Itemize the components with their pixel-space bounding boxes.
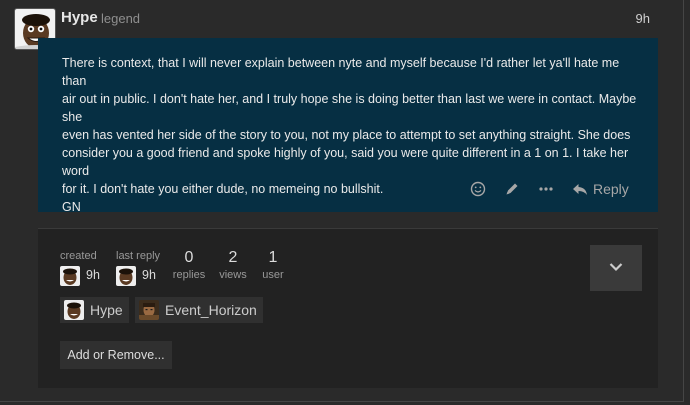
post-line: even has vented her side of the story to… <box>62 128 631 142</box>
last-reply-label: last reply <box>116 250 161 262</box>
pencil-icon <box>504 181 520 197</box>
views-label: views <box>219 269 247 281</box>
smile-icon <box>470 181 486 197</box>
username[interactable]: Hype <box>61 9 98 26</box>
created-time[interactable]: 9h <box>86 268 100 282</box>
topic-map: created 9h last reply 9h 0 replies 2 vie… <box>38 228 658 388</box>
replies-count: 0 <box>184 249 194 266</box>
avatar <box>139 300 159 320</box>
participant-chip-event-horizon[interactable]: Event_Horizon <box>135 297 263 323</box>
ellipsis-icon <box>538 181 554 197</box>
participant-name: Hype <box>90 302 123 318</box>
more-button[interactable] <box>538 177 554 201</box>
avatar[interactable] <box>60 266 80 286</box>
post-line: There is context, that I will never expl… <box>62 56 620 88</box>
chevron-down-icon <box>609 259 623 277</box>
participant-name: Event_Horizon <box>165 302 257 318</box>
reply-arrow-icon <box>572 181 588 197</box>
avatar[interactable] <box>116 266 136 286</box>
users-label: user <box>262 269 284 281</box>
last-reply-time[interactable]: 9h <box>142 268 156 282</box>
views-count: 2 <box>228 249 238 266</box>
post-line: air out in public. I don't hate her, and… <box>62 92 637 124</box>
avatar <box>64 300 84 320</box>
post-line: consider you a good friend and spoke hig… <box>62 146 629 178</box>
post-body: There is context, that I will never expl… <box>38 38 658 214</box>
post-actions: Reply <box>468 177 658 201</box>
user-title: legend <box>101 11 141 26</box>
users-count: 1 <box>268 249 278 266</box>
edit-button[interactable] <box>504 177 520 201</box>
expand-topic-map-button[interactable] <box>590 245 642 291</box>
reply-button[interactable]: Reply <box>572 177 629 201</box>
post-timestamp[interactable]: 9h <box>636 11 650 26</box>
like-button[interactable] <box>470 177 486 201</box>
reply-label: Reply <box>593 181 629 197</box>
created-label: created <box>60 250 97 262</box>
participant-chip-hype[interactable]: Hype <box>60 297 129 323</box>
replies-label: replies <box>172 269 206 281</box>
add-or-remove-button[interactable]: Add or Remove... <box>60 341 172 369</box>
